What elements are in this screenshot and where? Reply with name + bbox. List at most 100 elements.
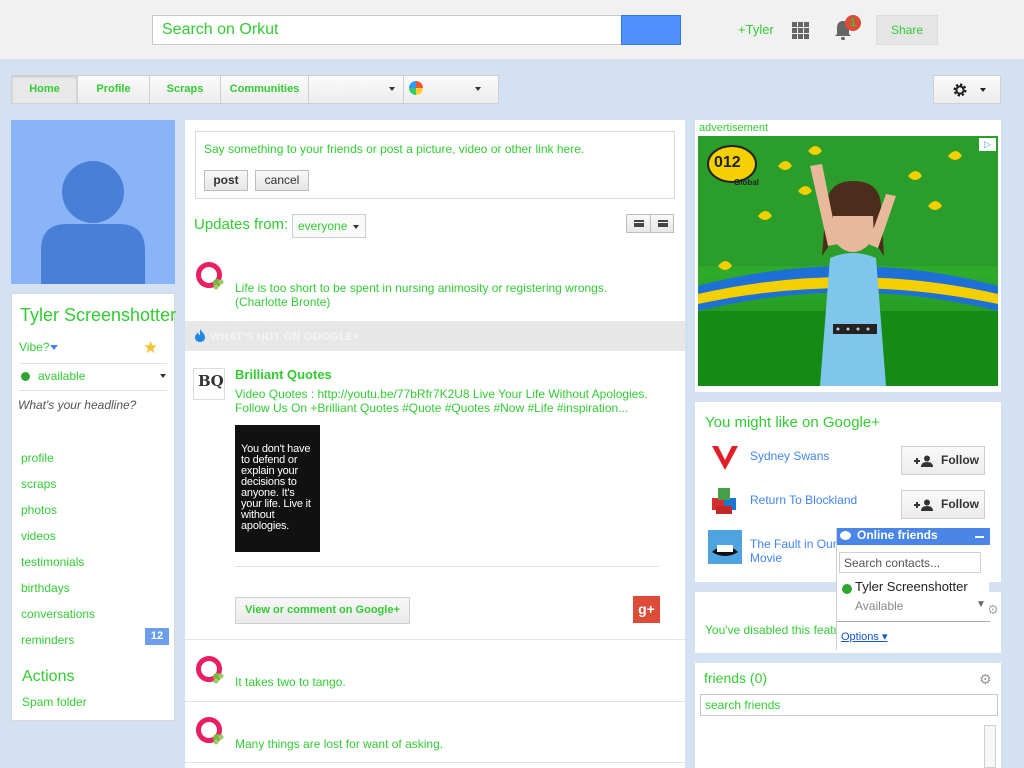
list-expanded-icon [657,220,668,227]
nav-link-label: reminders [21,633,75,647]
apps-grid-icon[interactable] [792,22,809,39]
whats-hot-label: WHAT'S HOT ON GOOGLE+ [210,331,360,343]
ad-brand-logo: 012 [714,154,741,171]
search-input[interactable] [152,15,622,45]
status-label: available [38,369,86,383]
nav-link-birthdays[interactable]: birthdays [21,581,169,607]
nav-link-label: profile [21,451,54,465]
suggestion-name-line: The Fault in Our [750,537,837,551]
nav-link-label: videos [21,529,56,543]
divider [185,701,685,702]
chevron-down-icon [50,345,59,351]
tab-scraps-label: Scraps [166,83,204,95]
profile-name[interactable]: Tyler Screenshotter [20,305,176,326]
updates-selected-value: everyone [298,219,348,233]
online-status-icon [842,584,852,594]
user-profile-link[interactable]: +Tyler [738,22,774,37]
gear-icon[interactable]: ⚙ [979,671,992,688]
post-image[interactable]: You don't have to defend or explain your… [235,425,320,552]
orkut-logo-icon [196,262,224,290]
settings-button[interactable] [933,75,1001,104]
minimize-icon[interactable] [975,536,984,538]
google-plus-icon[interactable]: g+ [633,596,660,623]
blockland-logo-icon[interactable] [708,484,742,518]
fault-in-our-stars-logo-icon[interactable] [708,530,742,564]
tab-profile[interactable]: Profile [78,76,150,103]
expanded-view-button[interactable] [650,215,673,232]
tab-communities-label: Communities [229,83,300,95]
advertisement-label: advertisement [699,122,769,134]
friends-panel: friends (0) ⚙ [695,663,1001,768]
list-compact-icon [634,220,644,227]
suggestion-name-line: Movie [750,551,783,565]
advertisement-artwork [698,136,998,386]
tab-scraps[interactable]: Scraps [150,76,221,103]
composer: Say something to your friends or post a … [195,131,675,199]
feed-quote-text: Life is too short to be spent in nursing… [235,281,608,295]
default-avatar-icon [41,161,145,284]
online-friends-header[interactable]: Online friends [837,528,990,545]
nav-link-label: conversations [21,607,96,621]
spam-folder-link[interactable]: Spam folder [22,695,87,709]
tab-home[interactable]: Home [12,76,78,103]
profile-nav: profile scraps photos videos testimonial… [21,451,169,659]
suggestion-name-sydney-swans[interactable]: Sydney Swans [750,449,829,463]
whats-hot-header: WHAT'S HOT ON GOOGLE+ [185,321,685,351]
tab-applications[interactable]: Applications [309,76,404,103]
friends-title: friends (0) [704,670,768,686]
status-dropdown[interactable]: available [21,369,166,383]
post-author-name[interactable]: Brilliant Quotes [235,367,332,382]
updates-from-select[interactable]: everyone [292,214,366,238]
headline-field[interactable]: What's your headline? [18,398,136,412]
star-icon[interactable]: ★ [143,338,158,358]
stream: Say something to your friends or post a … [185,120,685,768]
actions-heading: Actions [22,668,75,685]
profile-avatar[interactable] [11,120,175,284]
suggestion-name-the-fault-in-our-movie[interactable]: The Fault in Our Movie [750,537,837,565]
online-friends-popup: Online friends Tyler Screenshotter Avail… [836,528,990,650]
notifications-count-badge[interactable]: 1 [845,15,861,31]
chevron-down-icon [389,87,396,92]
nav-link-videos[interactable]: videos [21,529,169,555]
follow-button-return-to-blockland[interactable]: Follow [901,490,985,519]
feed-quote-author: (Charlotte Bronte) [235,295,331,309]
nav-link-label: scraps [21,477,57,491]
tab-communities[interactable]: Communities [221,76,309,103]
nav-link-reminders[interactable]: reminders 12 [21,628,169,659]
post-description: Video Quotes : http://youtu.be/77bRfr7K2… [235,387,675,415]
vibe-dropdown[interactable]: Vibe? [19,340,59,354]
sydney-swans-logo-icon[interactable] [708,440,742,474]
ad-choices-icon[interactable]: ▷ [979,138,996,151]
follow-label: Follow [941,453,979,467]
nav-link-photos[interactable]: photos [21,503,169,529]
chat-options-link[interactable]: Options ▾ [841,630,888,643]
brilliant-quotes-avatar[interactable]: BQ [193,368,225,400]
advertisement-panel: advertisement 012 Global ▷ [695,120,1001,392]
avatar-initials: BQ [198,372,224,390]
compact-view-button[interactable] [627,215,651,232]
share-button[interactable]: Share [876,15,938,45]
composer-prompt[interactable]: Say something to your friends or post a … [204,142,584,156]
friends-search-input[interactable] [700,694,998,716]
my-status-select[interactable]: Available [855,599,903,613]
tab-applications-label: Applications [317,83,384,95]
divider [19,363,167,364]
nav-link-testimonials[interactable]: testimonials [21,555,169,581]
view-comment-button[interactable]: View or comment on Google+ [235,597,410,624]
follow-button-sydney-swans[interactable]: Follow [901,446,985,475]
cancel-button[interactable]: cancel [255,170,309,191]
suggestion-name-return-to-blockland[interactable]: Return To Blockland [750,493,857,507]
chevron-down-icon[interactable]: ▼ [976,599,986,610]
friends-scrollbar[interactable] [984,725,996,768]
online-friends-title: Online friends [857,528,938,542]
post-button[interactable]: post [204,170,248,191]
search-button[interactable] [621,15,681,45]
suggestions-title: You might like on Google+ [705,414,880,431]
nav-link-profile[interactable]: profile [21,451,169,477]
nav-link-scraps[interactable]: scraps [21,477,169,503]
tab-themes[interactable]: Themes [404,76,498,103]
vibe-label: Vibe? [19,340,50,354]
contact-search-input[interactable] [839,552,981,573]
post-description-line: Follow Us On +Brilliant Quotes #Quote #Q… [235,401,629,415]
advertisement-banner[interactable]: 012 Global ▷ [698,136,998,386]
